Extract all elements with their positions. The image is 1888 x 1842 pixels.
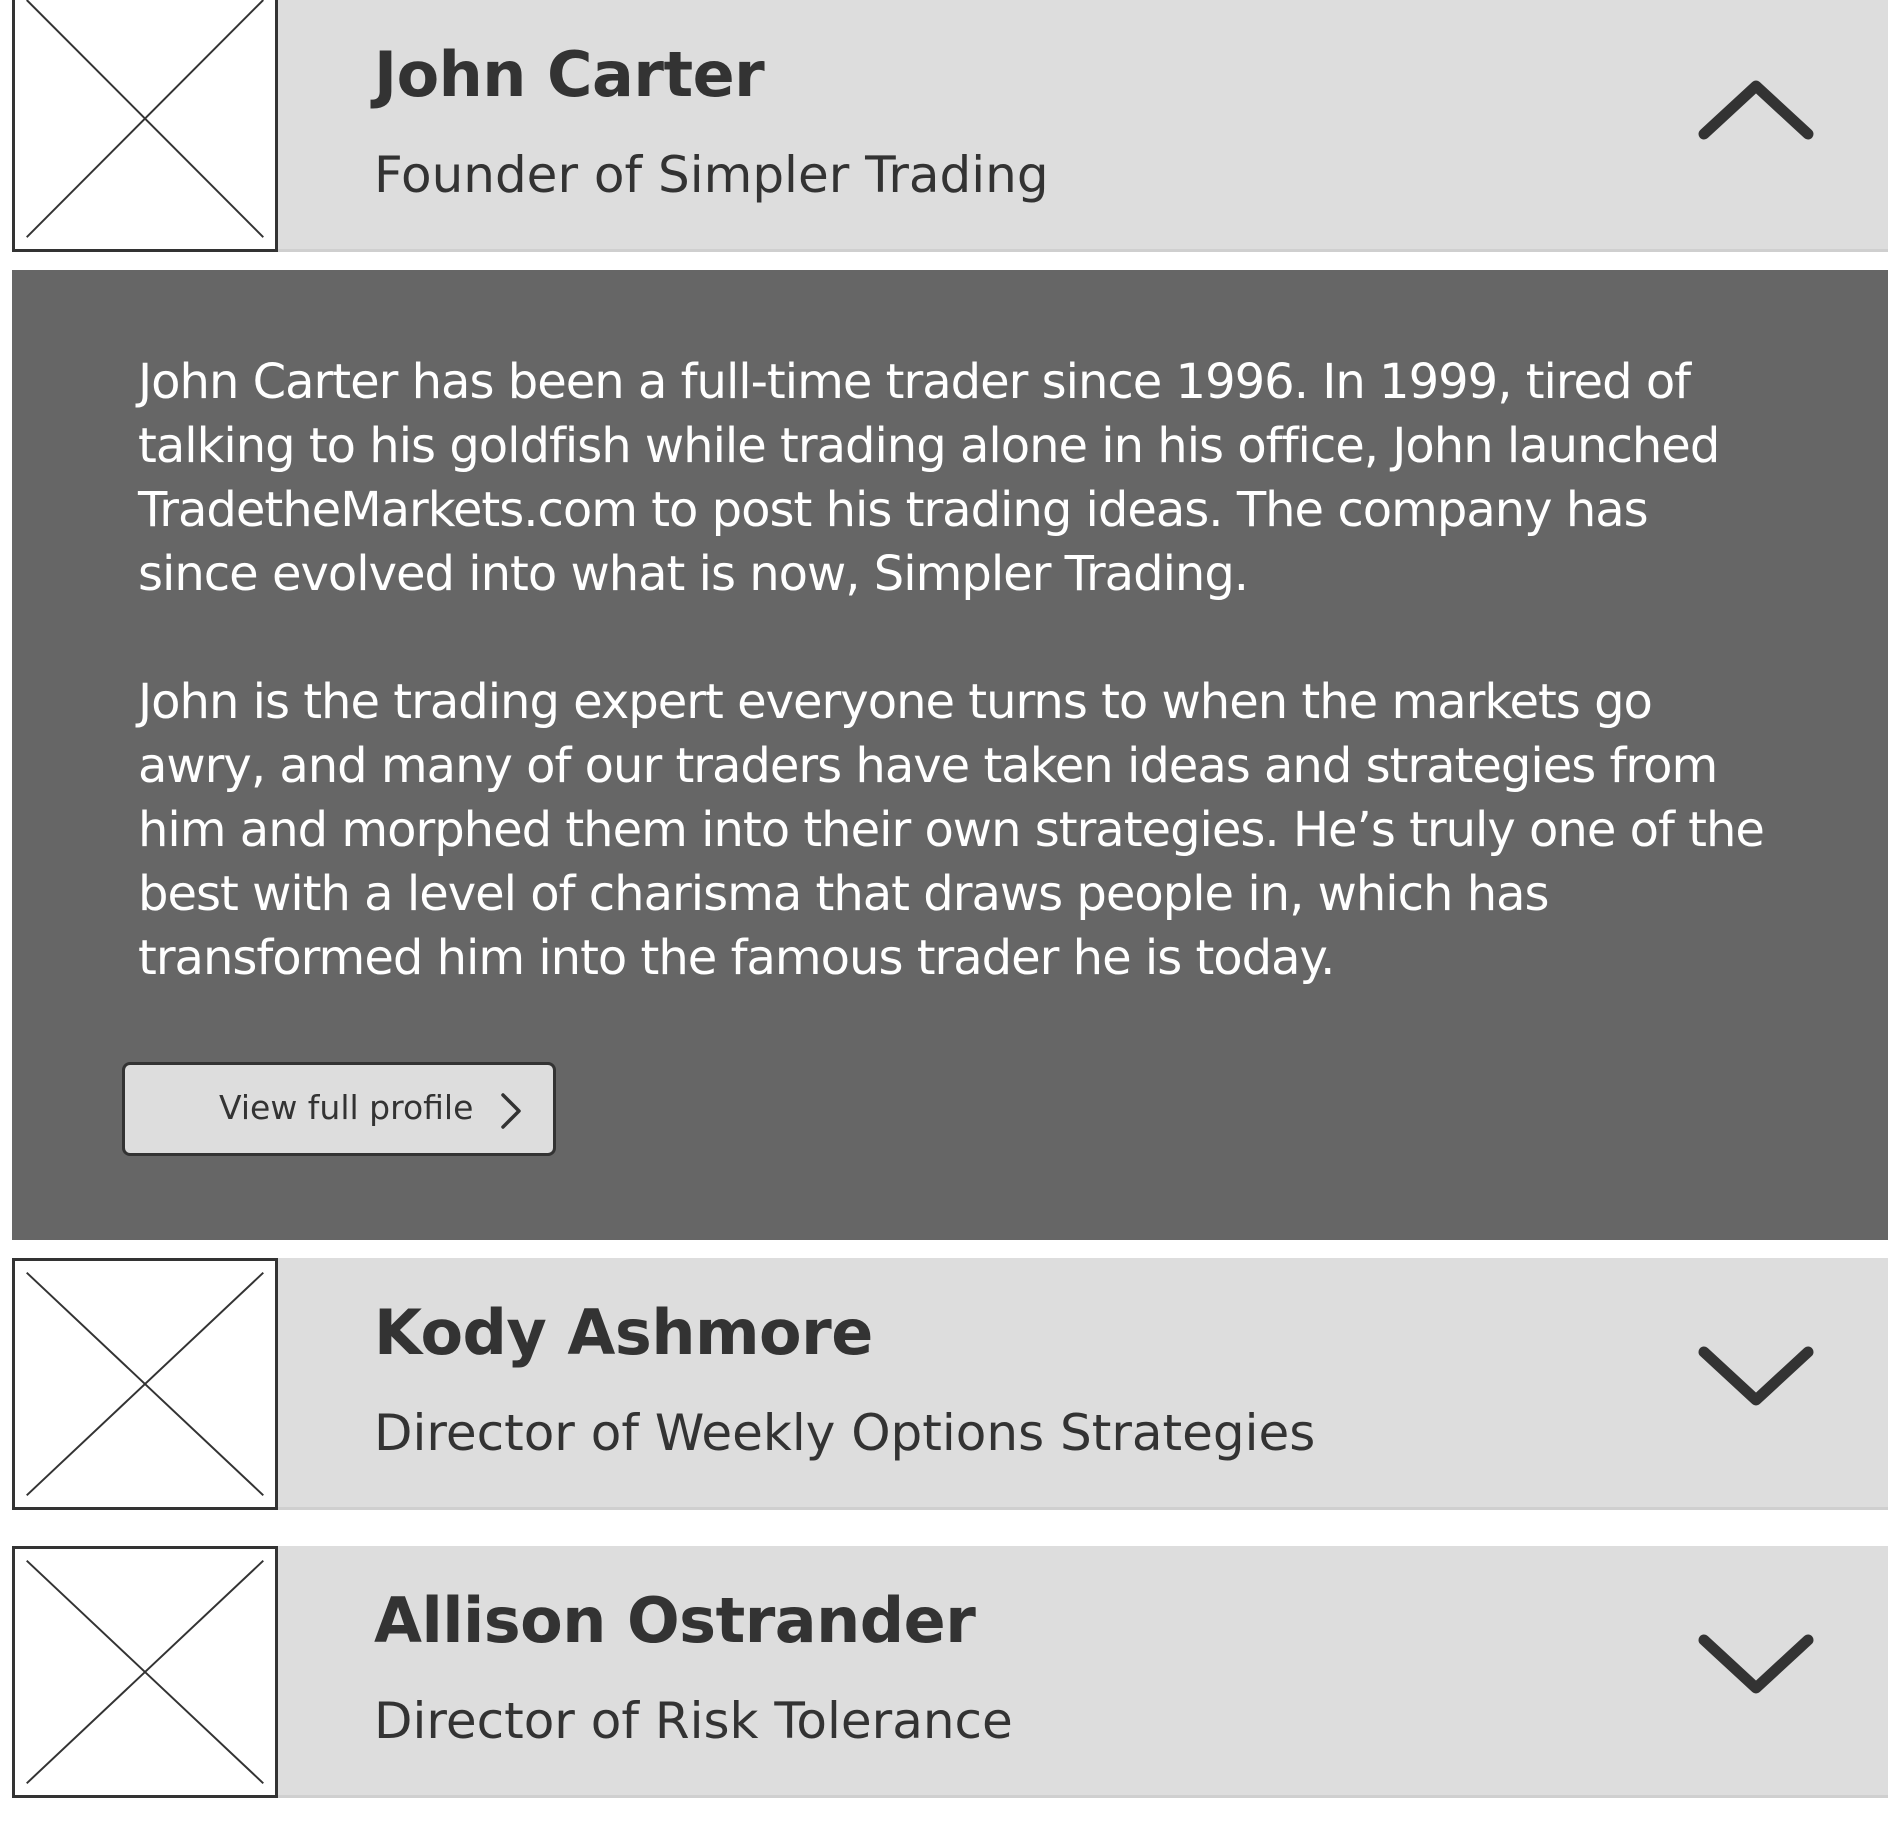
chevron-up-icon[interactable] xyxy=(1696,74,1816,154)
chevron-down-icon[interactable] xyxy=(1696,1620,1816,1700)
bio-paragraph: John is the trading expert everyone turn… xyxy=(138,674,1765,986)
avatar-placeholder-image xyxy=(12,1546,278,1798)
avatar-placeholder-image xyxy=(12,1258,278,1510)
bio-paragraph: John Carter has been a full-time trader … xyxy=(138,354,1720,602)
chevron-right-icon xyxy=(499,1091,523,1131)
chevron-down-icon[interactable] xyxy=(1696,1332,1816,1412)
person-title: Director of Weekly Options Strategies xyxy=(374,1404,1316,1462)
person-name: John Carter xyxy=(374,38,765,111)
accordion-header-john-carter[interactable]: John Carter Founder of Simpler Trading xyxy=(12,0,1888,252)
accordion-panel-john-carter: John Carter has been a full-time trader … xyxy=(12,270,1888,1240)
person-title: Founder of Simpler Trading xyxy=(374,146,1049,204)
person-name: Allison Ostrander xyxy=(374,1584,976,1657)
accordion-header-allison-ostrander[interactable]: Allison Ostrander Director of Risk Toler… xyxy=(12,1546,1888,1798)
view-full-profile-button[interactable]: View full profile xyxy=(122,1062,556,1156)
accordion-header-kody-ashmore[interactable]: Kody Ashmore Director of Weekly Options … xyxy=(12,1258,1888,1510)
person-name: Kody Ashmore xyxy=(374,1296,873,1369)
avatar-placeholder-image xyxy=(12,0,278,252)
person-title: Director of Risk Tolerance xyxy=(374,1692,1013,1750)
view-full-profile-label: View full profile xyxy=(219,1088,474,1127)
